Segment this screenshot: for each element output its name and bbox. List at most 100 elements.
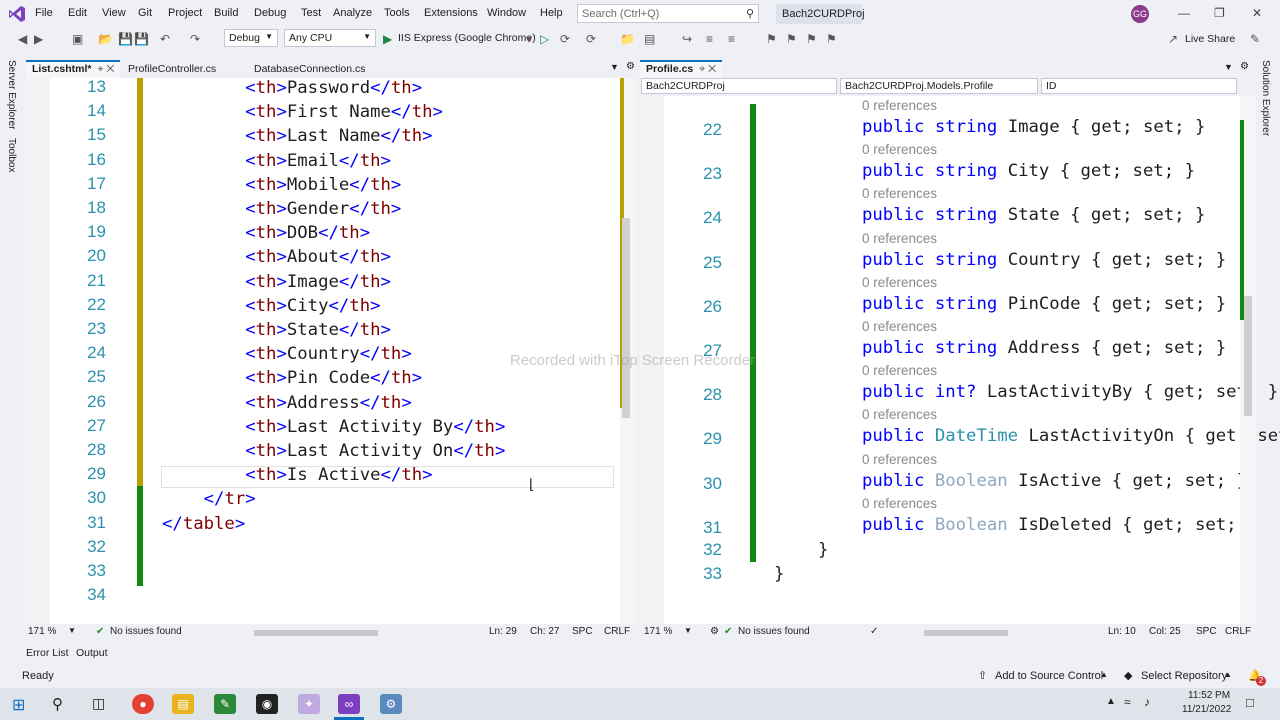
code-line[interactable]: <th>About</th> (162, 245, 391, 269)
chrome-icon[interactable]: ● (132, 694, 154, 714)
code-line[interactable]: <th>Gender</th> (162, 197, 401, 221)
task-view-icon[interactable]: ◫ (92, 695, 105, 712)
left-tab-0[interactable]: List.cshtml* ⌖ ✕ (26, 60, 121, 78)
search-icon[interactable]: ⚲ (52, 695, 63, 713)
code-line[interactable]: <th>Password</th> (162, 76, 422, 100)
menu-item-help[interactable]: Help (540, 7, 563, 19)
menu-item-extensions[interactable]: Extensions (424, 7, 478, 19)
solution-explorer-tab[interactable]: Solution Explorer (1260, 60, 1271, 136)
restore-icon[interactable]: ❐ (1214, 6, 1225, 20)
new-project-icon[interactable]: ▣ (72, 32, 83, 46)
codelens-references[interactable]: 0 references (862, 186, 937, 201)
volume-icon[interactable]: ♪ (1144, 695, 1150, 709)
visual-studio-logo-icon[interactable] (8, 5, 26, 23)
code-line[interactable]: <th>City</th> (162, 294, 380, 318)
refresh-icon[interactable]: ⟳ (586, 32, 596, 46)
menu-item-file[interactable]: File (35, 7, 53, 19)
zoom-level[interactable]: 171 % (644, 626, 672, 637)
search-input[interactable]: Search (Ctrl+Q) ⚲ (577, 4, 759, 23)
menu-item-test[interactable]: Test (301, 7, 321, 19)
add-to-source-control[interactable]: Add to Source Control (995, 670, 1103, 682)
codelens-references[interactable]: 0 references (862, 275, 937, 290)
app-icon[interactable]: ✎ (214, 694, 236, 714)
code-line[interactable]: <th>Last Activity By</th> (162, 415, 505, 439)
live-share-icon[interactable]: ↗ (1168, 32, 1178, 46)
menu-item-view[interactable]: View (102, 7, 126, 19)
codelens-references[interactable]: 0 references (862, 363, 937, 378)
avatar[interactable]: GG (1131, 5, 1149, 23)
run-icon[interactable]: ▶ (383, 32, 392, 46)
code-line[interactable]: <th>DOB</th> (162, 221, 370, 245)
settings-icon[interactable]: ⚙ (1240, 61, 1249, 72)
code-line[interactable]: public string State { get; set; } (862, 203, 1205, 227)
platform-dropdown[interactable]: Any CPU ▼ (284, 29, 376, 47)
code-line[interactable]: <th>Address</th> (162, 391, 412, 415)
menu-item-project[interactable]: Project (168, 7, 202, 19)
menu-item-build[interactable]: Build (214, 7, 238, 19)
bookmark-clear-icon[interactable]: ⚑ (826, 32, 837, 46)
tab-dropdown-icon[interactable]: ▼ (1224, 62, 1233, 72)
menu-item-git[interactable]: Git (138, 7, 152, 19)
code-line[interactable]: <th>Last Activity On</th> (162, 439, 505, 463)
bookmark-prev-icon[interactable]: ⚑ (786, 32, 797, 46)
menu-item-analyze[interactable]: Analyze (333, 7, 372, 19)
code-line[interactable]: public DateTime LastActivityOn { get; se… (862, 424, 1280, 448)
code-line[interactable]: <th>Mobile</th> (162, 173, 401, 197)
server-explorer-tab[interactable]: Server Explorer (6, 60, 17, 129)
feedback-icon[interactable]: ✎ (1250, 32, 1260, 46)
app-icon[interactable]: ✦ (298, 694, 320, 714)
tab-error-list[interactable]: Error List (26, 647, 69, 659)
codelens-references[interactable]: 0 references (862, 231, 937, 246)
bookmark-next-icon[interactable]: ⚑ (806, 32, 817, 46)
recorder-icon[interactable]: ◉ (256, 694, 278, 714)
code-line[interactable]: </tr> (162, 487, 256, 511)
redo-icon[interactable]: ↷ (190, 32, 200, 46)
issues-status[interactable]: No issues found (738, 626, 810, 637)
code-line[interactable]: <th>Country</th> (162, 342, 412, 366)
code-line[interactable]: <th>Image</th> (162, 270, 391, 294)
code-line[interactable]: public Boolean IsActive { get; set; } (862, 469, 1247, 493)
select-repository[interactable]: Select Repository (1141, 670, 1227, 682)
code-line[interactable]: <th>Email</th> (162, 149, 391, 173)
scroll-thumb[interactable] (1244, 296, 1252, 416)
chevron-up-icon[interactable]: ▲ (1106, 696, 1116, 707)
brush-icon[interactable]: ✓ (870, 626, 878, 637)
close-icon[interactable]: ✕ (1252, 6, 1262, 20)
save-icon[interactable]: 💾 (118, 32, 133, 46)
code-line[interactable]: public string Image { get; set; } (862, 115, 1205, 139)
clock-date[interactable]: 11/21/2022 (1182, 704, 1231, 715)
pin-close-icon[interactable]: ⌖ ✕ (98, 63, 115, 75)
whitespace-mode[interactable]: SPC (1196, 626, 1217, 637)
project-nav-dropdown[interactable]: Bach2CURDProj (641, 78, 837, 94)
menu-item-debug[interactable]: Debug (254, 7, 286, 19)
zoom-level[interactable]: 171 % (28, 626, 56, 637)
wifi-icon[interactable]: ≈ (1124, 695, 1131, 709)
save-all-icon[interactable]: 💾 (134, 32, 149, 46)
type-nav-dropdown[interactable]: Bach2CURDProj.Models.Profile (840, 78, 1038, 94)
vertical-scrollbar[interactable] (620, 78, 636, 624)
codelens-references[interactable]: 0 references (862, 496, 937, 511)
issues-status[interactable]: No issues found (110, 626, 182, 637)
member-nav-dropdown[interactable]: ID (1041, 78, 1237, 94)
live-share-button[interactable]: Live Share (1185, 33, 1235, 45)
forward-icon[interactable]: ▶ (34, 32, 43, 46)
undo-icon[interactable]: ↶ (160, 32, 170, 46)
config-dropdown[interactable]: Debug ▼ (224, 29, 278, 47)
layout-icon[interactable]: ▤ (644, 32, 655, 46)
step-icon[interactable]: ↪ (682, 32, 692, 46)
line-endings[interactable]: CRLF (1225, 626, 1251, 637)
scroll-thumb[interactable] (622, 218, 630, 418)
codelens-references[interactable]: 0 references (862, 452, 937, 467)
run-target[interactable]: IIS Express (Google Chrome) (398, 32, 536, 44)
line-endings[interactable]: CRLF (604, 626, 630, 637)
code-line[interactable]: <th>Last Name</th> (162, 124, 432, 148)
notification-center-icon[interactable]: □ (1246, 695, 1254, 710)
comment-icon[interactable]: ≡ (728, 32, 735, 46)
run-without-debug-icon[interactable]: ▷ (540, 32, 549, 46)
clock-time[interactable]: 11:52 PM (1188, 690, 1230, 701)
horizontal-scrollbar[interactable] (924, 630, 1008, 636)
code-line[interactable]: </table> (162, 512, 245, 536)
code-line[interactable]: public Boolean IsDeleted { get; set; } (862, 513, 1257, 537)
code-line[interactable]: public string Country { get; set; } (862, 248, 1226, 272)
open-icon[interactable]: 📂 (98, 32, 113, 46)
